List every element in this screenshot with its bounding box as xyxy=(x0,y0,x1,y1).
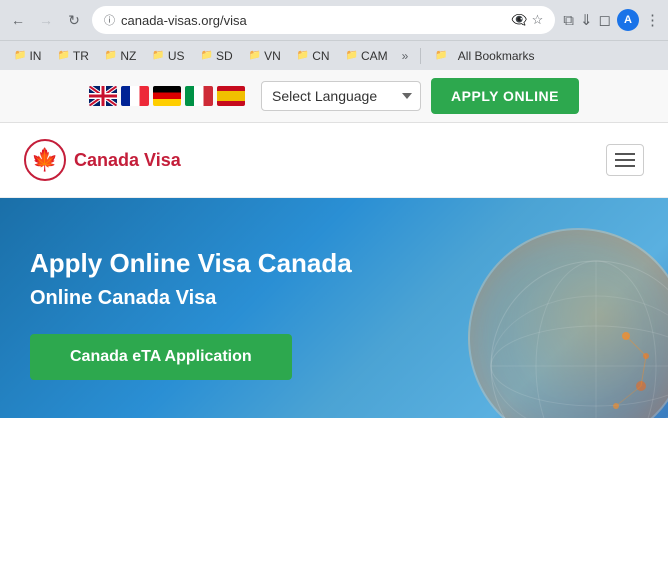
bookmark-in-label: IN xyxy=(29,49,41,63)
download-icon[interactable]: ⇓ xyxy=(580,11,593,29)
site-header: 🍁 Canada Visa xyxy=(0,123,668,198)
bookmark-sd-label: SD xyxy=(216,49,233,63)
folder-icon: 📁 xyxy=(105,50,117,61)
page-content: Select Language English French German It… xyxy=(0,70,668,573)
bookmark-tr[interactable]: 📁 TR xyxy=(51,47,94,65)
bookmark-vn-label: VN xyxy=(264,49,281,63)
bookmark-cam[interactable]: 📁 CAM xyxy=(340,47,394,65)
browser-topbar: ← → ↻ ⓘ canada-visas.org/visa 👁‍🗨 ☆ ⧉ ⇓ … xyxy=(0,0,668,40)
folder-icon: 📁 xyxy=(435,50,447,61)
url-icon: ⓘ xyxy=(104,12,115,28)
apply-online-button[interactable]: APPLY ONLINE xyxy=(431,78,579,114)
folder-icon: 📁 xyxy=(152,50,164,61)
forward-button[interactable]: → xyxy=(36,10,56,30)
folder-icon: 📁 xyxy=(200,50,212,61)
menu-icon[interactable]: ⋮ xyxy=(645,11,660,29)
bookmark-nz-label: NZ xyxy=(120,49,136,63)
hamburger-line-1 xyxy=(615,153,635,155)
hamburger-menu[interactable] xyxy=(606,144,644,176)
bookmark-in[interactable]: 📁 IN xyxy=(8,47,47,65)
language-flags xyxy=(89,86,245,106)
bookmark-cam-label: CAM xyxy=(361,49,388,63)
maple-leaf-icon: 🍁 xyxy=(31,147,58,173)
bookmark-us-label: US xyxy=(168,49,185,63)
bookmarks-bar: 📁 IN 📁 TR 📁 NZ 📁 US 📁 SD 📁 VN 📁 CN 📁 xyxy=(0,40,668,70)
folder-icon: 📁 xyxy=(14,50,26,61)
browser-chrome: ← → ↻ ⓘ canada-visas.org/visa 👁‍🗨 ☆ ⧉ ⇓ … xyxy=(0,0,668,70)
bookmark-cn[interactable]: 📁 CN xyxy=(291,47,336,65)
folder-icon: 📁 xyxy=(57,50,69,61)
bookmark-tr-label: TR xyxy=(73,49,89,63)
eye-slash-icon: 👁‍🗨 xyxy=(511,12,527,28)
star-icon[interactable]: ☆ xyxy=(532,12,544,28)
address-bar[interactable]: ⓘ canada-visas.org/visa 👁‍🗨 ☆ xyxy=(92,6,555,34)
logo: 🍁 Canada Visa xyxy=(24,139,181,181)
extensions-icon[interactable]: ⧉ xyxy=(563,12,574,29)
more-bookmarks-button[interactable]: » xyxy=(398,47,413,65)
address-bar-icons: 👁‍🗨 ☆ xyxy=(511,12,543,28)
flag-de[interactable] xyxy=(153,86,181,106)
url-text: canada-visas.org/visa xyxy=(121,13,505,28)
hero-subtitle: Online Canada Visa xyxy=(30,287,216,310)
bookmark-nz[interactable]: 📁 NZ xyxy=(99,47,142,65)
flag-it[interactable] xyxy=(185,86,213,106)
globe-lines xyxy=(486,256,668,418)
bookmark-folder-icon[interactable]: 📁 xyxy=(429,48,453,63)
bookmarks-divider xyxy=(420,48,421,64)
avatar[interactable]: A xyxy=(617,9,639,31)
back-button[interactable]: ← xyxy=(8,10,28,30)
reload-button[interactable]: ↻ xyxy=(64,10,84,30)
folder-icon: 📁 xyxy=(249,50,261,61)
hero-section: Apply Online Visa Canada Online Canada V… xyxy=(0,198,668,418)
logo-text: Canada Visa xyxy=(74,150,181,171)
language-select[interactable]: Select Language English French German It… xyxy=(261,81,421,111)
folder-icon: 📁 xyxy=(297,50,309,61)
chrome-toolbar-icons: ⧉ ⇓ ◻ A ⋮ xyxy=(563,9,660,31)
all-bookmarks-link[interactable]: All Bookmarks xyxy=(458,49,535,63)
top-strip: Select Language English French German It… xyxy=(0,70,668,123)
globe-decoration xyxy=(468,228,668,418)
logo-circle: 🍁 xyxy=(24,139,66,181)
hamburger-line-3 xyxy=(615,165,635,167)
profile-icon[interactable]: ◻ xyxy=(599,11,611,29)
folder-icon: 📁 xyxy=(346,50,358,61)
eta-application-button[interactable]: Canada eTA Application xyxy=(30,334,292,380)
bookmark-sd[interactable]: 📁 SD xyxy=(194,47,238,65)
flag-es[interactable] xyxy=(217,86,245,106)
bookmark-vn[interactable]: 📁 VN xyxy=(243,47,287,65)
bookmark-cn-label: CN xyxy=(312,49,329,63)
language-selector-wrap: Select Language English French German It… xyxy=(261,78,579,114)
flag-fr[interactable] xyxy=(121,86,149,106)
bookmark-us[interactable]: 📁 US xyxy=(146,47,190,65)
hamburger-line-2 xyxy=(615,159,635,161)
hero-title: Apply Online Visa Canada xyxy=(30,248,352,279)
flag-uk[interactable] xyxy=(89,86,117,106)
